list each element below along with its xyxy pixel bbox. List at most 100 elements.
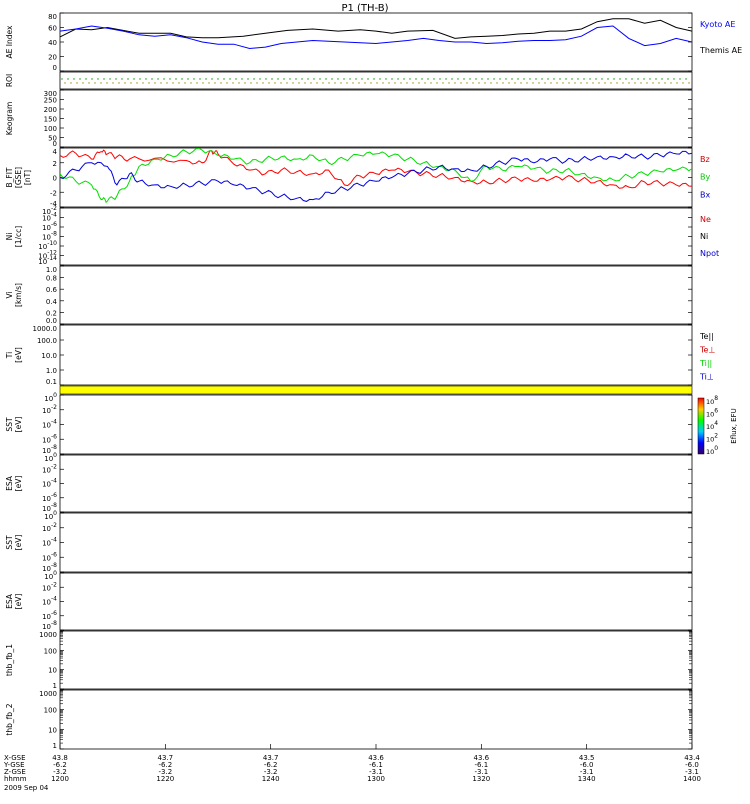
roi-dot <box>412 82 414 84</box>
y-tick-label: 10-2 <box>42 463 57 474</box>
panel-frame <box>59 630 693 690</box>
roi-dot <box>319 78 321 80</box>
roi-dot <box>349 78 351 80</box>
roi-dot <box>553 78 555 80</box>
panel-ylabel: Keogram <box>5 102 14 136</box>
y-tick-label: 1 <box>53 682 57 690</box>
roi-dot <box>340 82 342 84</box>
roi-dot <box>334 82 336 84</box>
x-axis-value: 1400 <box>683 775 701 783</box>
roi-dot <box>625 78 627 80</box>
roi-dot <box>457 78 459 80</box>
summary-plot-svg: P1 (TH-B) AE Index806040200Kyoto AEThemi… <box>3 3 742 792</box>
y-tick-label: 0.6 <box>46 286 58 294</box>
roi-dot <box>604 82 606 84</box>
roi-dot <box>235 78 237 80</box>
roi-dot <box>685 78 687 80</box>
colorbar-group: 108 106104 102100 Eflux, EFU <box>697 395 738 456</box>
panel-bar-7 <box>59 385 693 395</box>
panel-frame <box>59 572 693 631</box>
roi-dot <box>664 82 666 84</box>
legend-label: Bz <box>700 155 710 164</box>
panel-spec-10: SST [eV]10010-210-410-610-8 <box>5 510 693 573</box>
roi-dot <box>370 82 372 84</box>
legend-label: Ne <box>700 215 711 224</box>
roi-dot <box>211 78 213 80</box>
roi-dot <box>322 82 324 84</box>
roi-dot <box>391 78 393 80</box>
y-tick-label: 1000 <box>39 631 57 639</box>
y-tick-label: 200 <box>44 106 57 114</box>
roi-dot <box>193 78 195 80</box>
roi-dot <box>508 82 510 84</box>
legend-label: Te|| <box>699 332 714 341</box>
roi-dot <box>76 82 78 84</box>
y-tick-label: 10 <box>48 726 57 734</box>
series-line <box>60 149 692 189</box>
roi-dot <box>109 78 111 80</box>
series-line <box>60 18 692 39</box>
panel-frame <box>59 689 693 750</box>
x-axis-row-label: hhmm <box>4 775 27 783</box>
roi-dot <box>481 78 483 80</box>
roi-dot <box>343 78 345 80</box>
roi-dot <box>166 82 168 84</box>
roi-dot <box>613 78 615 80</box>
roi-dot <box>562 82 564 84</box>
roi-dot <box>538 82 540 84</box>
y-tick-label: 100 <box>44 647 57 655</box>
roi-dot <box>283 78 285 80</box>
roi-dot <box>502 82 504 84</box>
y-tick-label: 150 <box>44 116 57 124</box>
y-tick-label: 100 <box>44 392 57 403</box>
roi-dot <box>112 82 114 84</box>
roi-dot <box>160 82 162 84</box>
roi-dot <box>610 82 612 84</box>
roi-dot <box>535 78 537 80</box>
roi-dot <box>253 78 255 80</box>
roi-dot <box>400 82 402 84</box>
roi-dot <box>250 82 252 84</box>
panel-frame <box>59 454 693 513</box>
roi-dot <box>220 82 222 84</box>
roi-dot <box>163 78 165 80</box>
panel-frame <box>59 207 693 266</box>
legend-label: Te⊥ <box>699 346 715 355</box>
roi-dot <box>292 82 294 84</box>
roi-dot <box>229 78 231 80</box>
roi-dot <box>583 78 585 80</box>
roi-dot <box>466 82 468 84</box>
roi-dot <box>103 78 105 80</box>
y-tick-label: 250 <box>44 97 57 105</box>
roi-dot <box>532 82 534 84</box>
x-axis-value: 1200 <box>51 775 69 783</box>
panel-ylabel: B_FIT <box>5 167 14 187</box>
roi-dot <box>394 82 396 84</box>
roi-dot <box>439 78 441 80</box>
roi-dot <box>64 82 66 84</box>
roi-dot <box>82 82 84 84</box>
roi-dot <box>661 78 663 80</box>
roi-dot <box>352 82 354 84</box>
legend-label: Kyoto AE <box>700 20 735 29</box>
roi-dot <box>70 82 72 84</box>
roi-dot <box>91 78 93 80</box>
roi-dot <box>517 78 519 80</box>
panel-ylabel: [km/s] <box>14 283 23 307</box>
roi-dot <box>61 78 63 80</box>
roi-dot <box>202 82 204 84</box>
roi-dot <box>373 78 375 80</box>
roi-dot <box>586 82 588 84</box>
roi-dot <box>136 82 138 84</box>
roi-dot <box>130 82 132 84</box>
legend-label: By <box>700 173 710 182</box>
roi-dot <box>415 78 417 80</box>
roi-dot <box>172 82 174 84</box>
panel-spec-11: ESA [eV]10010-210-410-610-8 <box>5 570 693 631</box>
panel-spec-9: ESA [eV]10010-210-410-610-8 <box>5 452 693 513</box>
roi-dot <box>274 82 276 84</box>
panel-roi-1: ROI <box>5 71 693 90</box>
roi-dot <box>571 78 573 80</box>
roi-dot <box>478 82 480 84</box>
roi-dot <box>589 78 591 80</box>
